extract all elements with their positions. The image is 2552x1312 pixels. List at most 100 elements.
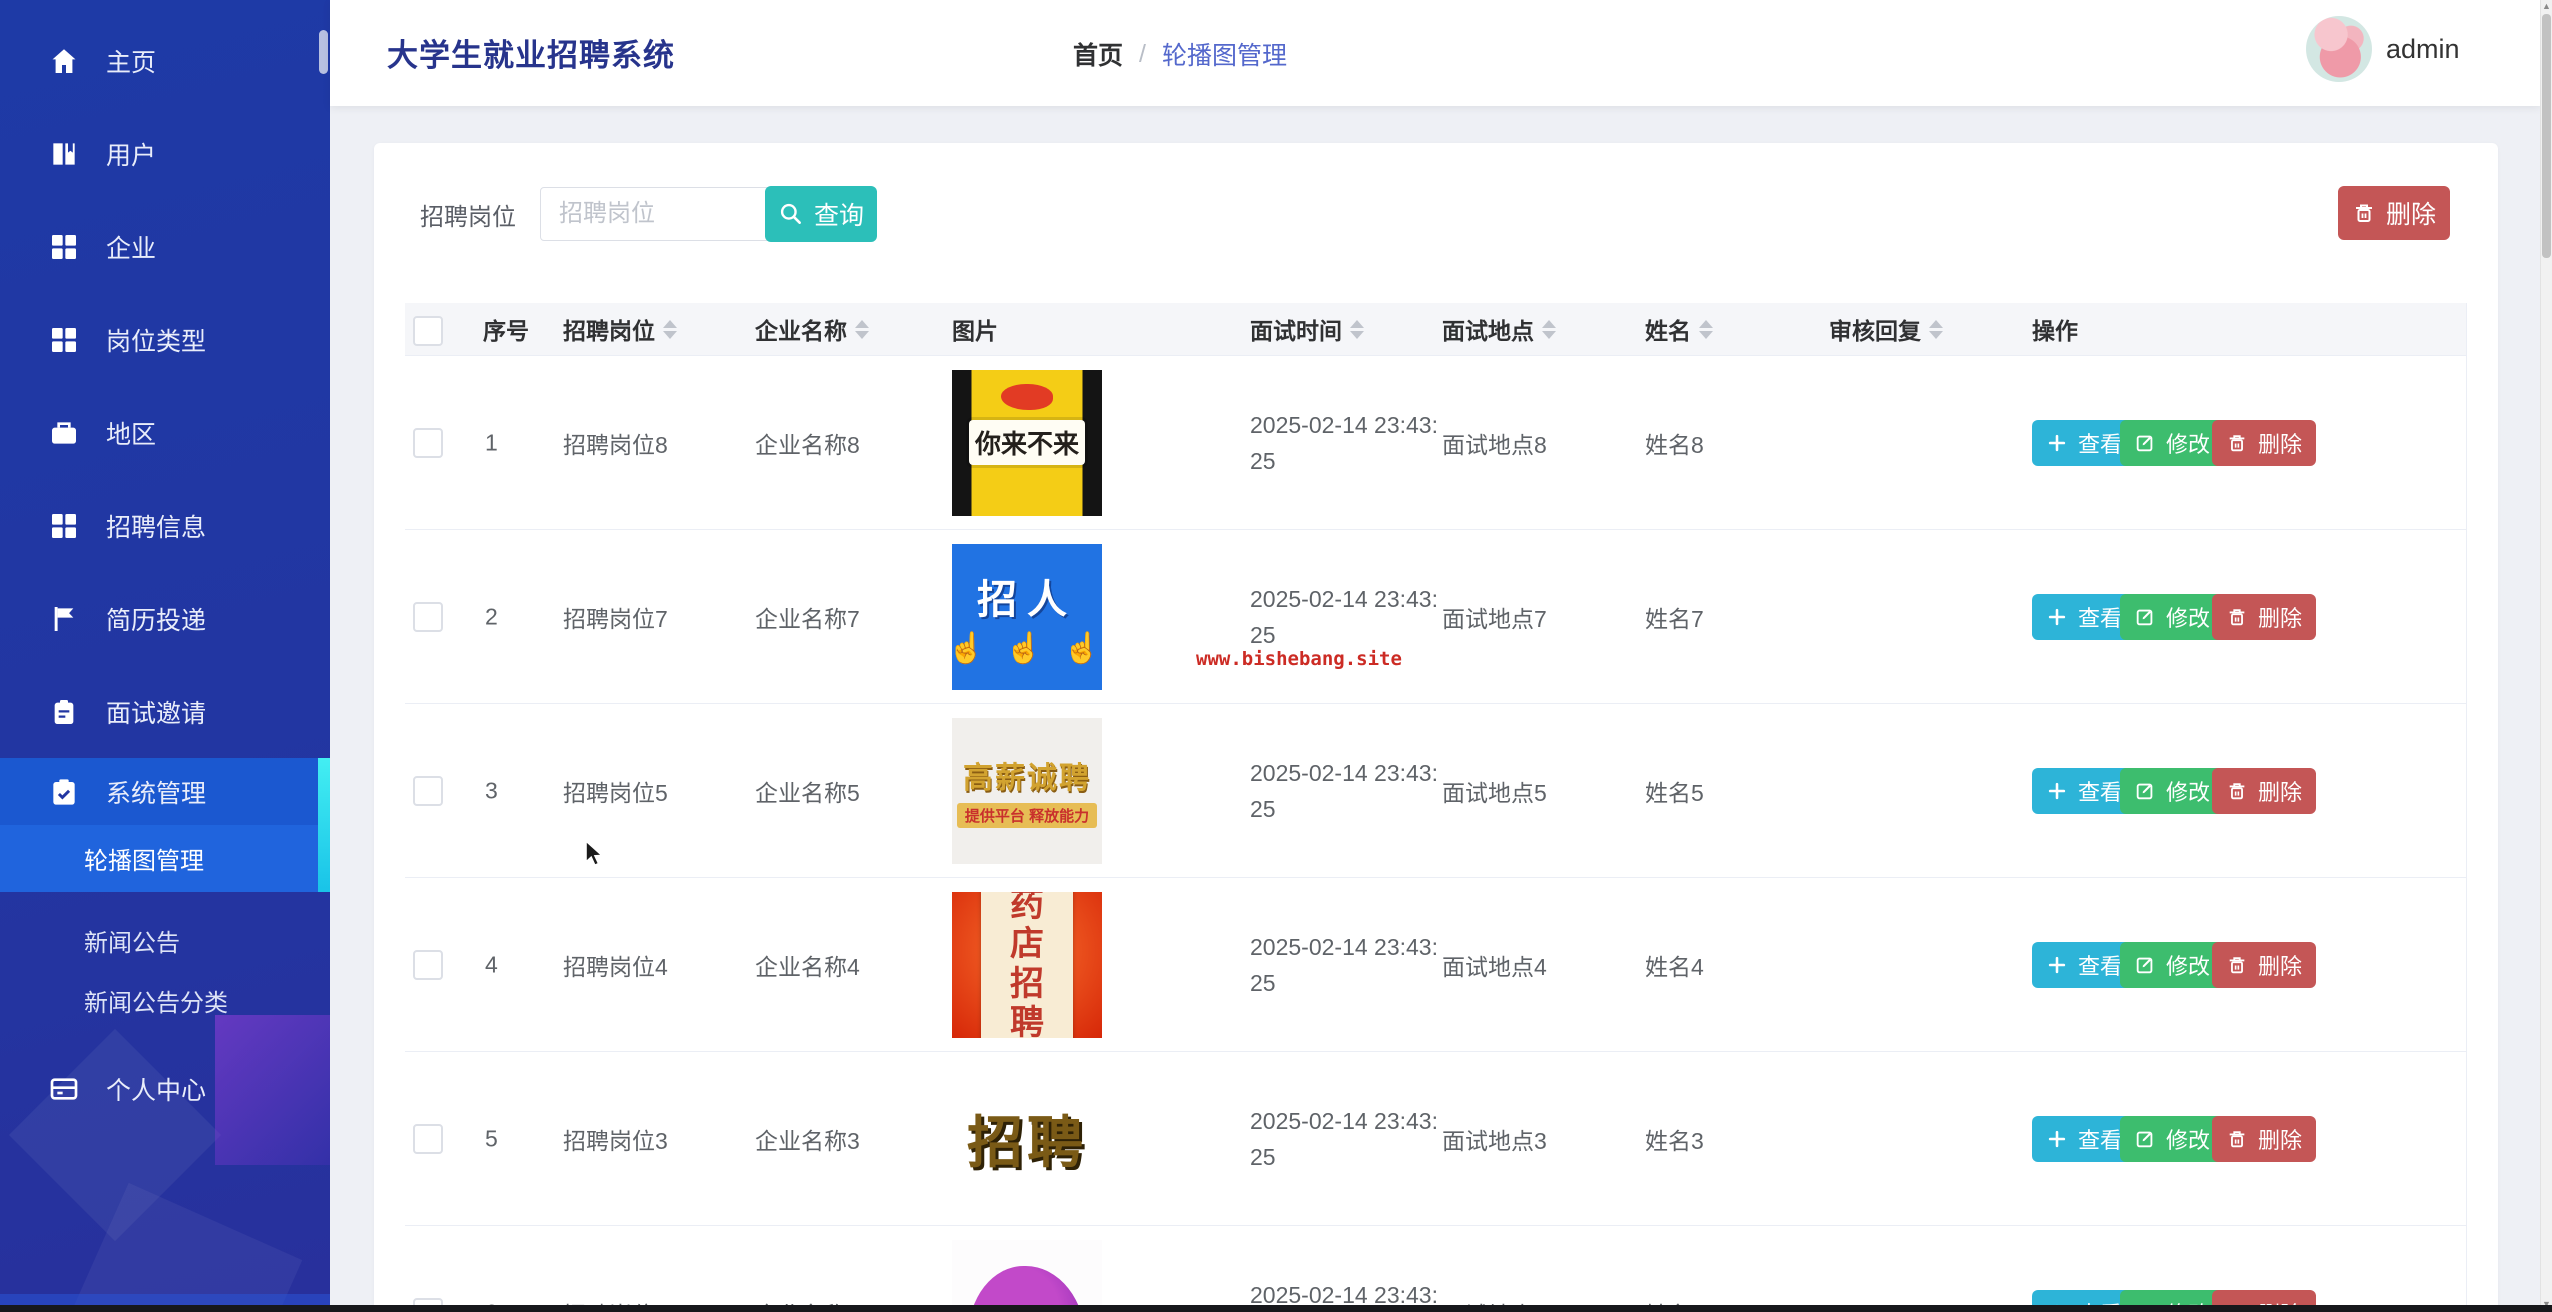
clipboard-check-icon	[48, 776, 80, 808]
poster-thumbnail[interactable]: 高薪诚聘提供平台 释放能力	[952, 718, 1102, 864]
column-header-place[interactable]: 面试地点	[1442, 312, 1556, 346]
sidebar-item-label: 主页	[106, 43, 156, 79]
edit-button-label: 修改	[2166, 427, 2210, 459]
poster-thumbnail[interactable]: 你来不来	[952, 370, 1102, 516]
poster-thumbnail[interactable]: 招聘	[952, 1240, 1102, 1312]
search-input[interactable]	[540, 187, 801, 241]
sort-carets-icon[interactable]	[1929, 320, 1943, 339]
view-button-label: 查看	[2078, 601, 2122, 633]
sidebar-item-label: 地区	[106, 415, 156, 451]
sort-carets-icon[interactable]	[1699, 320, 1713, 339]
place-cell: 面试地点3	[1442, 1122, 1547, 1156]
grid-icon	[48, 510, 80, 542]
poster-thumbnail[interactable]: 药店招聘	[952, 892, 1102, 1038]
scrollbar-up-arrow[interactable]: ▲	[2541, 1, 2552, 11]
delete-button[interactable]: 删除	[2212, 420, 2316, 466]
query-button-label: 查询	[814, 196, 864, 232]
grid-icon	[48, 324, 80, 356]
app-root: 主页用户企业岗位类型地区招聘信息简历投递面试邀请系统管理轮播图管理新闻公告新闻公…	[0, 0, 2552, 1312]
column-header-label: 面试地点	[1442, 312, 1534, 346]
row-checkbox[interactable]	[413, 602, 443, 632]
time-line2: 25	[1250, 443, 1438, 479]
sidebar-item-label: 招聘信息	[106, 508, 206, 544]
sidebar-item-10[interactable]: 新闻公告	[0, 910, 330, 970]
delete-button[interactable]: 删除	[2212, 942, 2316, 988]
table-row: 5招聘岗位3企业名称3面试地点3姓名32025-02-14 23:43:25招聘…	[405, 1052, 2466, 1226]
sidebar-item-12[interactable]: 个人中心	[0, 1042, 330, 1135]
table-row: 3招聘岗位5企业名称5面试地点5姓名52025-02-14 23:43:25高薪…	[405, 704, 2466, 878]
edit-button[interactable]: 修改	[2120, 1116, 2224, 1162]
plus-icon	[2046, 606, 2068, 628]
sidebar-item-5[interactable]: 招聘信息	[0, 479, 330, 572]
row-checkbox[interactable]	[413, 1124, 443, 1154]
query-button[interactable]: 查询	[765, 186, 877, 242]
header: 大学生就业招聘系统 首页 / 轮播图管理 admin	[330, 0, 2541, 106]
avatar[interactable]	[2306, 16, 2372, 82]
sidebar-item-8[interactable]: 系统管理	[0, 758, 330, 825]
row-index: 5	[485, 1125, 498, 1152]
plus-icon	[2046, 780, 2068, 802]
job-cell: 招聘岗位7	[563, 600, 668, 634]
column-header-no: 序号	[483, 312, 529, 346]
row-checkbox[interactable]	[413, 428, 443, 458]
column-header-time[interactable]: 面试时间	[1250, 312, 1364, 346]
company-cell: 企业名称8	[755, 426, 860, 460]
sidebar-item-11[interactable]: 新闻公告分类	[0, 970, 330, 1030]
column-header-label: 面试时间	[1250, 312, 1342, 346]
column-header-label: 图片	[952, 312, 998, 346]
sidebar-item-7[interactable]: 面试邀请	[0, 665, 330, 758]
poster-thumbnail[interactable]: 招人☝ ☝ ☝	[952, 544, 1102, 690]
edit-button[interactable]: 修改	[2120, 768, 2224, 814]
sidebar-item-1[interactable]: 用户	[0, 107, 330, 200]
edit-button[interactable]: 修改	[2120, 594, 2224, 640]
time-line2: 25	[1250, 965, 1438, 1001]
edit-button[interactable]: 修改	[2120, 420, 2224, 466]
name-cell: 姓名3	[1645, 1122, 1704, 1156]
row-checkbox[interactable]	[413, 950, 443, 980]
company-cell: 企业名称7	[755, 600, 860, 634]
sort-carets-icon[interactable]	[663, 320, 677, 339]
id-card-icon	[48, 1073, 80, 1105]
sidebar-item-2[interactable]: 企业	[0, 200, 330, 293]
column-header-label: 企业名称	[755, 312, 847, 346]
sidebar-item-0[interactable]: 主页	[0, 14, 330, 107]
time-line1: 2025-02-14 23:43:	[1250, 407, 1438, 443]
sidebar-item-label: 系统管理	[106, 774, 206, 810]
sort-carets-icon[interactable]	[1542, 320, 1556, 339]
place-cell: 面试地点7	[1442, 600, 1547, 634]
breadcrumb-home[interactable]: 首页	[1073, 36, 1123, 72]
company-cell: 企业名称4	[755, 948, 860, 982]
page-scrollbar-thumb[interactable]	[2542, 14, 2551, 258]
sidebar-item-9[interactable]: 轮播图管理	[0, 825, 330, 892]
bulk-delete-button[interactable]: 删除	[2338, 186, 2450, 240]
user-menu[interactable]: admin	[2306, 16, 2460, 82]
column-header-name[interactable]: 姓名	[1645, 312, 1713, 346]
sidebar-item-label: 新闻公告	[84, 923, 180, 958]
edit-button-label: 修改	[2166, 1123, 2210, 1155]
trash-icon	[2226, 606, 2248, 628]
row-checkbox[interactable]	[413, 776, 443, 806]
page-scrollbar[interactable]: ▲ ▼	[2540, 0, 2552, 1312]
data-table: 序号招聘岗位企业名称图片面试时间面试地点姓名审核回复操作 1招聘岗位8企业名称8…	[405, 303, 2467, 1312]
select-all-checkbox[interactable]	[413, 316, 443, 346]
poster-subtext: 提供平台 释放能力	[957, 803, 1097, 828]
active-menu-indicator	[318, 758, 330, 892]
trash-icon	[2226, 432, 2248, 454]
sort-carets-icon[interactable]	[1350, 320, 1364, 339]
sidebar-scrollbar-thumb[interactable]	[319, 30, 328, 74]
column-header-job[interactable]: 招聘岗位	[563, 312, 677, 346]
edit-button[interactable]: 修改	[2120, 942, 2224, 988]
column-header-reply[interactable]: 审核回复	[1829, 312, 1943, 346]
flag-icon	[48, 603, 80, 635]
delete-button[interactable]: 删除	[2212, 1116, 2316, 1162]
sort-carets-icon[interactable]	[855, 320, 869, 339]
delete-button[interactable]: 删除	[2212, 594, 2316, 640]
column-header-company[interactable]: 企业名称	[755, 312, 869, 346]
company-cell: 企业名称3	[755, 1122, 860, 1156]
poster-thumbnail[interactable]: 招聘	[952, 1066, 1102, 1212]
sidebar-item-6[interactable]: 简历投递	[0, 572, 330, 665]
sidebar-item-4[interactable]: 地区	[0, 386, 330, 479]
delete-button[interactable]: 删除	[2212, 768, 2316, 814]
sidebar-item-label: 用户	[106, 136, 156, 172]
sidebar-item-3[interactable]: 岗位类型	[0, 293, 330, 386]
